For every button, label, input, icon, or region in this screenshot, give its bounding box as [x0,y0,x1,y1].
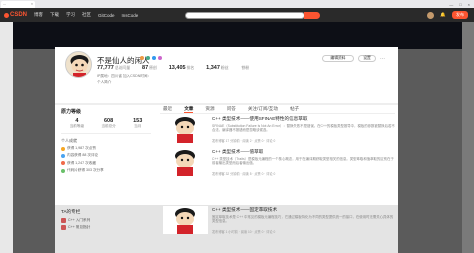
header-right: 🔔 发布 [427,11,474,19]
nav-blog[interactable]: 博客 [34,12,43,18]
nav-download[interactable]: 下载 [50,12,59,18]
bell-icon[interactable]: 🔔 [440,12,446,18]
article-title[interactable]: C++ 类型技术——使用SFINAE特性的信息萃取 [212,114,395,122]
article-title[interactable]: C++ 类型技术——值萃取 [212,147,395,155]
maximize-icon[interactable]: □ [459,2,461,7]
level-stat: 4 当前等级 [69,118,85,128]
content-tabs: 最近 文章 资源 问答 关注/订阅/互动 帖子 [160,105,395,114]
divider [61,133,151,134]
window-controls: — □ × [449,2,474,7]
more-icon[interactable]: ⋯ [380,56,385,62]
column-item[interactable]: C++ 入门系列 [61,218,151,223]
article-meta: 发布博客 17 分钟前 · 阅读 2 · 点赞 0 · 评论 0 [212,138,276,143]
star-icon [61,161,65,166]
lower-articles: C++ 类型技术——固定萃取技术 固定萃取技术是 C++ 中常见的模板元编程技巧… [160,205,395,238]
csdn-logo[interactable]: CSDN [4,12,27,18]
column-icon [61,218,66,223]
column-list: TA的专栏 C++ 入门系列 C++ 常见指针 [61,209,151,232]
search-button[interactable] [304,11,321,19]
column-title: TA的专栏 [61,209,81,214]
badge-row [140,56,162,60]
level-title: 原力等级 [61,109,82,115]
profile-header: 不是仙人的闲人 77,777总访问量 87原创 13,405排名 1,347粉丝… [55,47,398,103]
achievement-item: 获得 1,987 次点赞 [61,146,151,151]
stat-item[interactable]: 1,347粉丝 [206,65,228,71]
browser-tab[interactable]: ... × [1,0,35,8]
level-stat: 153 当月 [133,118,143,128]
article-title[interactable]: C++ 类型技术——固定萃取技术 [212,205,395,213]
publish-button[interactable]: 发布 [452,11,468,19]
like-icon [61,146,65,151]
logo-mark-icon [4,12,9,18]
badge-icon[interactable] [158,56,162,60]
article-item[interactable]: C++ 类型技术——固定萃取技术 固定萃取技术是 C++ 中常见的模板元编程技巧… [160,205,395,238]
tab-title: ... [3,2,6,6]
site-search-input[interactable] [185,11,306,19]
tab-articles[interactable]: 文章 [184,106,194,113]
close-icon[interactable]: × [31,2,33,6]
left-sidebar: 原力等级 4 当前等级 608 当前总分 153 当月 个人成就 获得 1,987 次… [61,108,151,205]
article-summary: C++ 类型技术（Traits）是模板元编程的一个核心概念，用于在编译期获取类型… [212,156,394,165]
minimize-icon[interactable]: — [449,2,453,7]
achievement-item: 内容获得 88 次评论 [61,153,151,158]
column-icon [61,225,66,230]
nav-learn[interactable]: 学习 [66,12,75,18]
profile-page: 不是仙人的闲人 77,777总访问量 87原创 13,405排名 1,347粉丝… [55,47,398,205]
profile-stats: 77,777总访问量 87原创 13,405排名 1,347粉丝 铁粉 [97,65,249,71]
tab-posts[interactable]: 帖子 [290,106,299,112]
profile-avatar[interactable] [65,51,92,78]
article-thumbnail [163,206,208,234]
browser-tab-bar: ... × — □ × [0,0,474,8]
site-header: CSDN 博客 下载 学习 社区 GitCode InsCode 🔔 发布 [0,8,474,22]
edit-profile-button[interactable]: 编辑资料 [322,55,354,62]
nav-community[interactable]: 社区 [82,12,91,18]
level-stat: 608 当前总分 [101,118,116,128]
achievement-item: 获得 1,247 次收藏 [61,161,151,166]
nav-inscode[interactable]: InsCode [122,13,139,18]
badge-icon[interactable] [152,56,156,60]
column-item[interactable]: C++ 常见指针 [61,225,151,230]
stat-item[interactable]: 87原创 [142,65,157,71]
stat-item[interactable]: 13,405排名 [169,65,194,71]
settings-button[interactable]: 设置 [358,55,376,62]
badge-icon[interactable] [140,56,144,60]
tab-resources[interactable]: 资源 [205,106,214,112]
profile-meta: IP属地：四川省 加入CSDN时间： [97,74,152,78]
achievement-item: 代码片获得 303 次分享 [61,168,151,173]
lower-section: TA的专栏 C++ 入门系列 C++ 常见指针 C++ 类型技术——固定萃取技术… [55,205,398,253]
article-summary: SFINAE（Substitution Failure Is Not An Er… [212,123,395,132]
profile-bio: 个人简介 [97,80,112,84]
article-thumbnail [163,115,208,143]
main-content: 最近 文章 资源 问答 关注/订阅/互动 帖子 C++ 类型技术——使用SFIN… [160,105,395,205]
article-meta: 发布博客 1 小时前 · 阅读 10 · 点赞 0 · 评论 0 [212,229,276,234]
article-item[interactable]: C++ 类型技术——值萃取 C++ 类型技术（Traits）是模板元编程的一个核… [160,147,395,180]
user-avatar[interactable] [427,11,435,19]
comment-icon [61,153,65,158]
badge-icon[interactable] [146,56,150,60]
close-window-icon[interactable]: × [468,2,470,7]
achievement-title: 个人成就 [61,138,77,143]
article-thumbnail [163,148,208,176]
right-background [462,22,474,253]
share-icon [61,168,65,173]
article-item[interactable]: C++ 类型技术——使用SFINAE特性的信息萃取 SFINAE（Substit… [160,114,395,147]
tab-follow[interactable]: 关注/订阅/互动 [248,106,278,112]
level-stats: 4 当前等级 608 当前总分 153 当月 [61,118,151,129]
tab-recent[interactable]: 最近 [163,106,172,112]
article-meta: 发布博客 32 分钟前 · 阅读 5 · 点赞 0 · 评论 0 [212,171,276,176]
stat-item[interactable]: 77,777总访问量 [97,65,130,71]
left-background [0,22,13,253]
article-summary: 固定萃取技术是 C++ 中常见的模板元编程技巧，它通过模板特化为不同的类型提供统… [212,214,394,223]
nav-gitcode[interactable]: GitCode [98,13,115,18]
tab-qa[interactable]: 问答 [227,106,236,112]
avatar-image [66,52,91,77]
stat-item[interactable]: 铁粉 [241,65,250,71]
profile-banner [13,22,462,49]
